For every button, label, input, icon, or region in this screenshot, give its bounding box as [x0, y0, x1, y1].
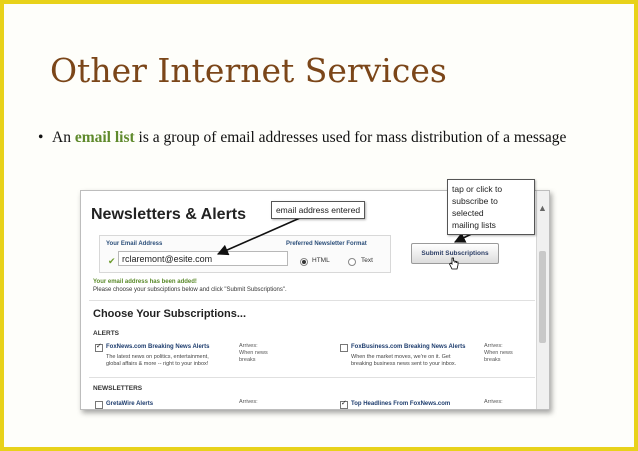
callout-tap-line3: mailing lists [452, 220, 496, 230]
alert-name-foxnews[interactable]: FoxNews.com Breaking News Alerts [106, 344, 209, 350]
confirm-message: Your email address has been added! [93, 279, 197, 285]
format-text-radio[interactable] [348, 258, 356, 266]
scroll-thumb[interactable] [539, 251, 546, 343]
alert-checkbox-foxnews[interactable] [95, 342, 103, 352]
bullet-body: is a group of email addresses used for m… [138, 129, 567, 146]
newsletters-heading: Newsletters & Alerts [91, 206, 247, 223]
alert-desc-foxnews-line1: The latest news on politics, entertainme… [106, 354, 209, 360]
callout-tap-line2: subscribe to selected [452, 196, 498, 218]
email-label: Your Email Address [106, 241, 163, 247]
format-text-label: Text [361, 257, 373, 264]
format-html-label: HTML [312, 257, 330, 264]
bullet-prefix: An [52, 129, 71, 146]
alert-arrives-foxnews-line2: When news [239, 350, 268, 356]
scrollbar[interactable]: ▲ [536, 191, 549, 409]
newsletters-label: NEWSLETTERS [93, 385, 143, 392]
divider [89, 300, 535, 301]
divider [89, 377, 535, 378]
alert-arrives-foxnews-line3: breaks [239, 357, 256, 363]
signup-form: Your Email Address Preferred Newsletter … [99, 235, 391, 273]
alert-checkbox-foxbusiness[interactable] [340, 344, 348, 352]
alert-desc-foxbusiness-line2: breaking business news sent to your inbo… [351, 361, 457, 367]
newsletter-checkbox-top-headlines[interactable] [340, 399, 348, 409]
newsletter-arrives-gretawire: Arrives: [239, 399, 258, 405]
bullet-point: • An email list is a group of email addr… [38, 128, 608, 147]
newsletter-arrives-top-headlines: Arrives: [484, 399, 503, 405]
bullet-dot: • [38, 129, 44, 146]
callout-tap-line1: tap or click to [452, 184, 503, 194]
email-input[interactable] [118, 251, 288, 266]
alerts-label: ALERTS [93, 330, 119, 337]
callout-email-entered: email address entered [271, 201, 365, 219]
alert-arrives-foxbusiness-line2: When news [484, 350, 513, 356]
newsletter-name-top-headlines[interactable]: Top Headlines From FoxNews.com [351, 401, 450, 407]
alert-desc-foxbusiness-line1: When the market moves, we're on it. Get [351, 354, 451, 360]
confirm-instructions: Please choose your subsciptions below an… [93, 287, 287, 293]
alert-arrives-foxnews-line1: Arrives: [239, 343, 258, 349]
alert-arrives-foxbusiness-line3: breaks [484, 357, 501, 363]
callout-tap-to-subscribe: tap or click to subscribe to selected ma… [447, 179, 535, 235]
choose-subscriptions-title: Choose Your Subscriptions... [93, 308, 247, 320]
bullet-text: An email list is a group of email addres… [38, 128, 608, 147]
alert-name-foxbusiness[interactable]: FoxBusiness.com Breaking News Alerts [351, 344, 465, 350]
format-label: Preferred Newsletter Format [286, 241, 367, 247]
highlighted-term: email list [74, 129, 135, 146]
scroll-up-icon[interactable]: ▲ [538, 203, 547, 213]
alert-arrives-foxbusiness-line1: Arrives: [484, 343, 503, 349]
newsletter-checkbox-gretawire[interactable] [95, 401, 103, 409]
alert-desc-foxnews-line2: global affairs & more -- right to your i… [106, 361, 209, 367]
valid-check-icon: ✔ [108, 256, 116, 266]
newsletter-name-gretawire[interactable]: GretaWire Alerts [106, 401, 153, 407]
format-html-radio[interactable] [300, 258, 308, 266]
hand-cursor-icon [448, 257, 459, 270]
slide-title: Other Internet Services [50, 51, 447, 90]
